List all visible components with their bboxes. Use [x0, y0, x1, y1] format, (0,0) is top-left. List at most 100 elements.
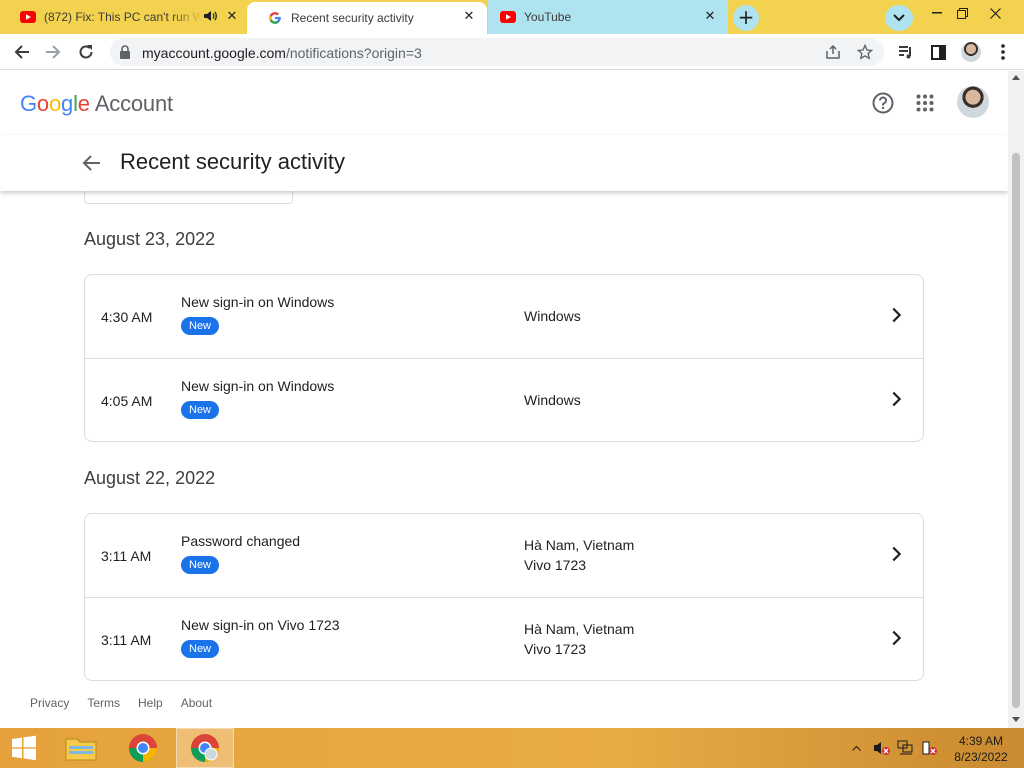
event-title: New sign-in on Vivo 1723 — [181, 617, 340, 633]
reload-icon — [79, 45, 93, 59]
playlist-music-icon — [899, 46, 911, 59]
chrome-profile-taskbar-button[interactable] — [176, 728, 234, 768]
url-path: /notifications?origin=3 — [285, 45, 422, 61]
event-location: Hà Nam, Vietnam — [524, 621, 635, 637]
google-g-icon — [267, 10, 283, 26]
side-panel-icon — [930, 44, 946, 60]
lock-icon[interactable] — [119, 45, 131, 59]
youtube-icon — [500, 9, 516, 25]
footer-link-about[interactable]: About — [181, 696, 212, 710]
page-title: Recent security activity — [120, 149, 345, 174]
chrome-taskbar-button[interactable] — [114, 728, 172, 768]
close-icon — [989, 7, 1001, 19]
network-icon[interactable] — [897, 740, 915, 759]
arrow-right-icon — [46, 45, 61, 59]
tab-title: YouTube — [524, 10, 572, 24]
chevron-right-icon — [892, 630, 902, 646]
account-header: Google Account — [0, 71, 1008, 135]
event-time: 3:11 AM — [101, 548, 152, 564]
account-label: Account — [94, 91, 173, 116]
windows-taskbar: 4:39 AM 8/23/2022 — [0, 728, 1024, 768]
tab-title: Recent security activity — [291, 11, 414, 25]
close-tab-icon[interactable]: ✕ — [224, 9, 240, 25]
page-content: Google Account Recent security activity A… — [0, 71, 1008, 728]
profile-button[interactable] — [958, 39, 984, 65]
footer-link-help[interactable]: Help — [138, 696, 163, 710]
chevron-down-icon — [893, 14, 905, 22]
forward-button[interactable] — [40, 39, 66, 65]
page-footer: Privacy Terms Help About — [30, 696, 230, 710]
reload-button[interactable] — [73, 39, 99, 65]
arrow-left-icon — [14, 45, 29, 59]
activity-row[interactable]: 3:11 AM New sign-in on Vivo 1723 New Hà … — [85, 597, 923, 680]
system-clock[interactable]: 4:39 AM 8/23/2022 — [948, 733, 1014, 765]
scroll-down-icon[interactable] — [1012, 717, 1020, 722]
side-panel-button[interactable] — [925, 39, 951, 65]
event-title: New sign-in on Windows — [181, 294, 335, 310]
media-control-button[interactable] — [893, 39, 919, 65]
volume-muted-icon[interactable] — [873, 740, 891, 759]
chevron-right-icon — [892, 546, 902, 562]
chrome-menu-button[interactable] — [990, 39, 1016, 65]
chevron-right-icon — [892, 307, 902, 323]
tab-youtube-video[interactable]: (872) Fix: This PC can't run Windows 11 … — [0, 0, 250, 34]
event-time: 3:11 AM — [101, 632, 152, 648]
event-time: 4:30 AM — [101, 309, 153, 325]
back-button[interactable] — [9, 39, 35, 65]
account-avatar[interactable] — [957, 86, 989, 118]
new-badge: New — [181, 401, 220, 419]
tab-youtube[interactable]: YouTube ✕ — [488, 0, 728, 34]
clock-time: 4:39 AM — [958, 734, 1004, 748]
google-wordmark: Google — [20, 91, 90, 116]
chevron-right-icon — [892, 391, 902, 407]
more-vert-icon — [1001, 44, 1005, 60]
restore-button[interactable] — [945, 0, 979, 26]
avatar — [961, 42, 981, 62]
address-bar[interactable]: myaccount.google.com/notifications?origi… — [110, 38, 884, 66]
tab-security-activity[interactable]: Recent security activity ✕ — [247, 2, 487, 34]
browser-toolbar: myaccount.google.com/notifications?origi… — [0, 34, 1024, 70]
show-hidden-icons-icon[interactable] — [852, 742, 861, 754]
close-tab-icon[interactable]: ✕ — [702, 9, 718, 25]
event-location: Hà Nam, Vietnam — [524, 537, 635, 553]
bookmark-star-icon[interactable] — [856, 43, 874, 61]
scroll-up-icon[interactable] — [1012, 75, 1020, 80]
activity-row[interactable]: 3:11 AM Password changed New Hà Nam, Vie… — [85, 514, 923, 597]
tab-title: (872) Fix: This PC can't run Windows 11 — [44, 10, 202, 24]
arrow-back-icon[interactable] — [80, 151, 104, 175]
new-badge: New — [181, 640, 220, 658]
page-scrollbar[interactable] — [1008, 71, 1024, 728]
activity-row[interactable]: 4:05 AM New sign-in on Windows New Windo… — [85, 358, 923, 441]
new-badge: New — [181, 556, 220, 574]
footer-link-privacy[interactable]: Privacy — [30, 696, 69, 710]
date-heading: August 22, 2022 — [84, 468, 216, 488]
tab-strip: (872) Fix: This PC can't run Windows 11 … — [0, 0, 1024, 34]
help-icon[interactable] — [869, 89, 897, 117]
activity-row[interactable]: 4:30 AM New sign-in on Windows New Windo… — [85, 275, 923, 358]
scrollbar-thumb[interactable] — [1012, 153, 1020, 708]
chrome-icon — [191, 734, 219, 762]
event-location: Windows — [524, 308, 581, 324]
page-subheader: Recent security activity — [0, 135, 1008, 191]
event-location: Windows — [524, 392, 581, 408]
close-window-button[interactable] — [978, 0, 1012, 26]
event-time: 4:05 AM — [101, 393, 153, 409]
share-icon[interactable] — [824, 43, 842, 61]
restore-icon — [956, 7, 968, 19]
speaker-icon[interactable] — [203, 10, 217, 25]
event-device: Vivo 1723 — [524, 641, 587, 657]
action-center-icon[interactable] — [921, 740, 939, 759]
new-tab-button[interactable]: + — [733, 5, 759, 31]
start-button[interactable] — [0, 728, 48, 768]
tab-search-button[interactable] — [885, 5, 913, 31]
activity-card: 4:30 AM New sign-in on Windows New Windo… — [84, 274, 924, 442]
url-text: myaccount.google.com/notifications?origi… — [142, 45, 422, 61]
windows-logo-icon — [12, 735, 36, 761]
apps-grid-icon[interactable] — [911, 89, 939, 117]
event-title: New sign-in on Windows — [181, 378, 335, 394]
footer-link-terms[interactable]: Terms — [87, 696, 120, 710]
file-explorer-button[interactable] — [52, 728, 110, 768]
url-host: myaccount.google.com — [142, 45, 286, 61]
close-tab-icon[interactable]: ✕ — [461, 9, 477, 25]
google-account-logo[interactable]: Google Account — [20, 91, 173, 117]
